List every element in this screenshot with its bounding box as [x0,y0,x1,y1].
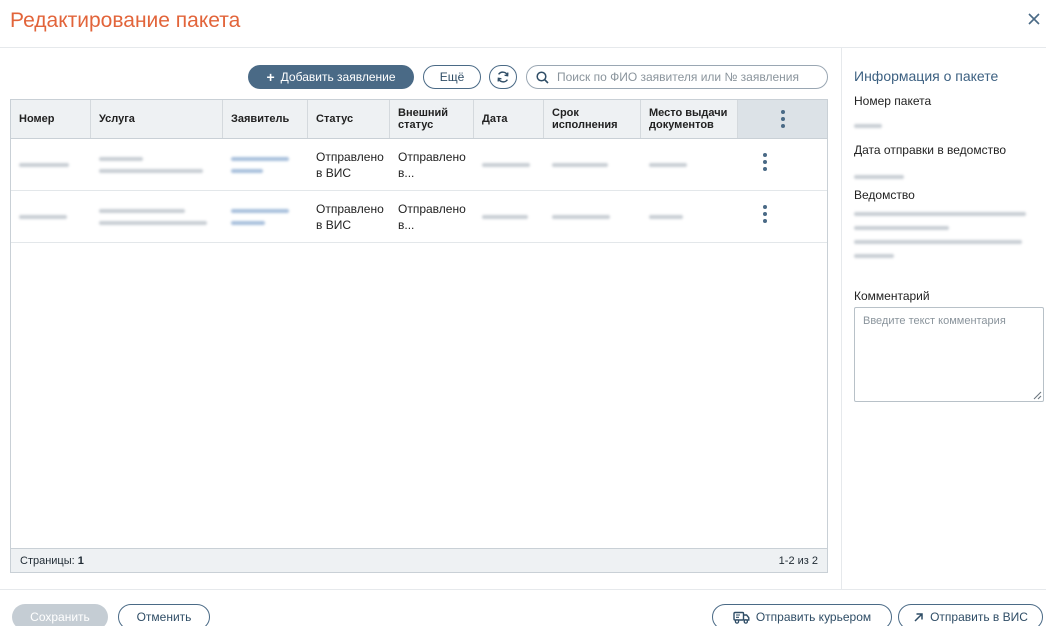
truck-icon [733,611,750,624]
redacted-value [854,240,1022,244]
row-menu-icon[interactable] [763,205,767,223]
send-to-vis-label: Отправить в ВИС [930,610,1028,624]
table-footer: Страницы: 1 1-2 из 2 [11,548,827,572]
search-input[interactable] [557,70,812,84]
table-row[interactable]: Отправлено в ВИС Отправлено в... [11,191,827,243]
redacted-value [854,254,894,258]
applications-table: Номер Услуга Заявитель Статус Внешний ст… [10,99,828,573]
redacted-value [482,215,528,219]
redacted-link[interactable] [231,157,289,161]
status-value: Отправлено в ВИС [316,202,384,232]
column-header-date[interactable]: Дата [474,100,544,138]
package-number-label: Номер пакета [854,94,932,108]
redacted-link[interactable] [231,221,265,225]
refresh-icon [497,71,509,83]
send-to-vis-button[interactable]: Отправить в ВИС [898,604,1043,626]
redacted-value [99,169,203,173]
search-box[interactable] [526,65,828,89]
redacted-value [19,163,69,167]
pages-label: Страницы: [20,555,75,567]
sidebar-divider [841,48,842,589]
pages-value[interactable]: 1 [78,555,84,567]
resize-handle-icon[interactable] [1031,389,1042,400]
header-divider [0,47,1046,48]
sent-date-label: Дата отправки в ведомство [854,143,1007,157]
sidebar-title: Информация о пакете [854,68,999,84]
save-button[interactable]: Сохранить [12,604,108,626]
arrow-up-right-icon [914,612,923,622]
redacted-link[interactable] [231,169,263,173]
redacted-link[interactable] [231,209,289,213]
column-header-issue-place[interactable]: Место выдачи документов [641,100,738,138]
redacted-value [99,209,185,213]
column-header-applicant[interactable]: Заявитель [223,100,308,138]
redacted-value [19,215,67,219]
redacted-value [854,212,1026,216]
column-header-external-status[interactable]: Внешний статус [390,100,474,138]
redacted-value [99,221,207,225]
add-application-label: Добавить заявление [280,70,396,84]
external-status-value: Отправлено в... [398,150,466,180]
row-menu-icon[interactable] [763,153,767,171]
comment-label: Комментарий [854,289,930,303]
cancel-button[interactable]: Отменить [118,604,210,626]
status-value: Отправлено в ВИС [316,150,384,180]
redacted-value [482,163,530,167]
close-icon[interactable] [1027,12,1041,26]
table-header: Номер Услуга Заявитель Статус Внешний ст… [11,100,827,139]
kebab-icon [780,110,785,128]
more-button[interactable]: Ещё [423,65,481,89]
row-range: 1-2 из 2 [778,555,818,567]
redacted-value [99,157,143,161]
search-icon [536,70,549,84]
column-header-status[interactable]: Статус [308,100,390,138]
footer-divider [0,589,1046,590]
external-status-value: Отправлено в... [398,202,466,232]
redacted-value [649,163,687,167]
comment-field[interactable] [854,307,1044,402]
redacted-value [854,226,949,230]
column-header-service[interactable]: Услуга [91,100,223,138]
column-header-number[interactable]: Номер [11,100,91,138]
redacted-value [552,163,608,167]
redacted-value [649,215,683,219]
redacted-value [854,175,904,179]
redacted-value [854,124,882,128]
plus-icon: + [266,69,275,85]
pagination-info: Страницы: 1 [20,555,84,567]
column-settings-button[interactable] [738,100,827,138]
refresh-button[interactable] [489,65,517,89]
column-header-deadline[interactable]: Срок исполнения [544,100,641,138]
dialog-title: Редактирование пакета [10,9,241,32]
department-value [854,212,1026,258]
redacted-value [552,215,610,219]
table-row[interactable]: Отправлено в ВИС Отправлено в... [11,139,827,191]
department-label: Ведомство [854,188,915,202]
add-application-button[interactable]: + Добавить заявление [248,65,414,89]
send-by-courier-label: Отправить курьером [755,610,872,624]
send-by-courier-button[interactable]: Отправить курьером [712,604,892,626]
